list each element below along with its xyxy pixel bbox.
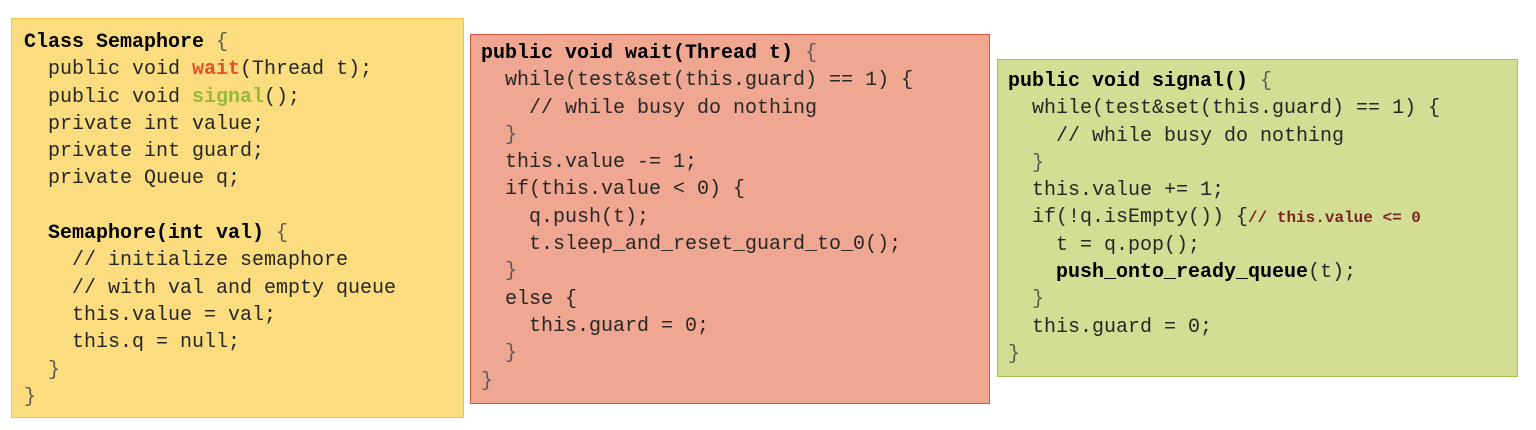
code-text: (t); (1308, 261, 1357, 285)
class-declaration: Class Semaphore (24, 31, 205, 54)
code-line: if(!q.isEmpty()) {// this.value <= 0 (1008, 204, 1517, 231)
code-line: while(test&set(this.guard) == 1) { (481, 69, 914, 93)
code-line: } (481, 342, 518, 366)
code-text: if(!q.isEmpty()) { (1008, 206, 1249, 230)
code-line: } (1008, 151, 1045, 175)
code-line: } (481, 369, 494, 393)
code-line: this.value -= 1; (481, 151, 698, 175)
code-line: this.q = null; (24, 331, 241, 355)
code-line: public void wait(Thread t) { (481, 40, 989, 67)
constructor-declaration: Semaphore(int val) (24, 222, 265, 246)
code-line: this.guard = 0; (481, 314, 710, 338)
brace: { (204, 31, 229, 54)
code-line: } (24, 358, 61, 382)
code-line: if(this.value < 0) { (481, 178, 746, 202)
code-line: this.value += 1; (1008, 179, 1225, 203)
code-line: } (481, 260, 518, 284)
brace: { (1248, 70, 1273, 93)
code-line: // with val and empty queue (24, 276, 397, 300)
brace: { (793, 42, 818, 65)
code-line: while(test&set(this.guard) == 1) { (1008, 97, 1441, 121)
code-line: // initialize semaphore (24, 249, 349, 273)
signal-method-signature: public void signal() (1008, 70, 1249, 93)
code-line: private int value; (24, 112, 265, 136)
code-line: private int guard; (24, 140, 265, 164)
code-text: public void (24, 58, 193, 82)
code-line: Semaphore(int val) { (24, 220, 463, 247)
code-line: } (481, 123, 518, 147)
code-line: public void signal() { (1008, 68, 1517, 95)
signal-method-code-block: public void signal() { while(test&set(th… (997, 59, 1518, 377)
code-line: // while busy do nothing (1008, 124, 1345, 148)
push-onto-ready-queue-call: push_onto_ready_queue (1056, 261, 1309, 285)
code-line: Class Semaphore { (24, 29, 463, 56)
wait-method-code-block: public void wait(Thread t) { while(test&… (470, 34, 990, 404)
code-line: q.push(t); (481, 205, 650, 229)
code-line: } (24, 385, 37, 409)
code-text: (); (264, 85, 301, 109)
brace: { (264, 222, 289, 246)
code-line: public void signal(); (24, 84, 463, 111)
code-text: public void (24, 85, 193, 109)
code-text: (Thread t); (240, 58, 373, 82)
semaphore-class-code-block: Class Semaphore { public void wait(Threa… (11, 18, 464, 418)
code-line: } (1008, 288, 1045, 312)
code-line: this.guard = 0; (1008, 315, 1213, 339)
code-line: } (1008, 342, 1021, 366)
code-line: private Queue q; (24, 167, 241, 191)
code-line: t.sleep_and_reset_guard_to_0(); (481, 233, 902, 257)
code-line: public void wait(Thread t); (24, 56, 463, 83)
code-line: // while busy do nothing (481, 96, 818, 120)
code-line: else { (481, 287, 578, 311)
wait-keyword: wait (192, 58, 241, 82)
signal-keyword: signal (192, 85, 265, 109)
bold-comment: // this.value <= 0 (1248, 209, 1421, 228)
code-line: t = q.pop(); (1008, 233, 1201, 257)
code-line: push_onto_ready_queue(t); (1008, 259, 1517, 286)
wait-method-signature: public void wait(Thread t) (481, 42, 794, 65)
code-line: this.value = val; (24, 303, 277, 327)
